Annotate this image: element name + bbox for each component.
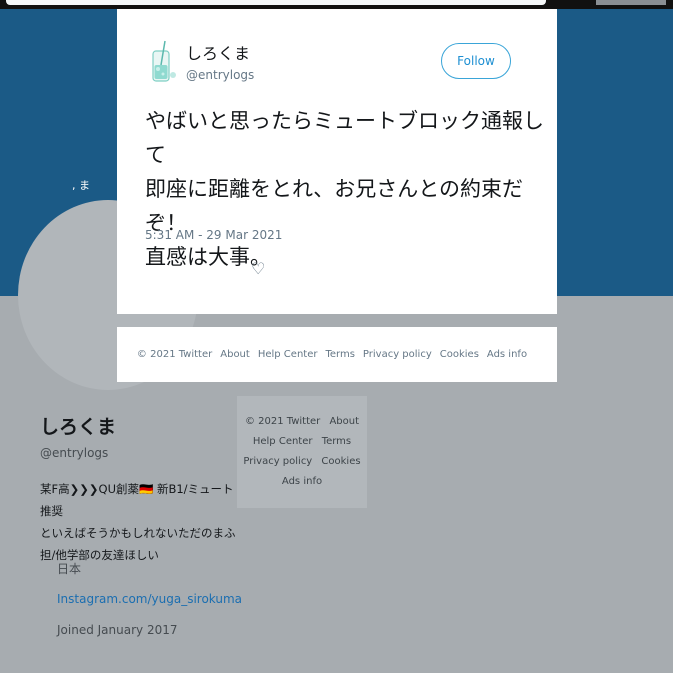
profile-joined: Joined January 2017 <box>40 623 177 637</box>
author-avatar[interactable] <box>145 39 181 87</box>
profile-url[interactable]: Instagram.com/yuga_sirokuma <box>57 592 242 606</box>
tweet-text: やばいと思ったらミュートブロック通報して 即座に距離をとれ、お兄さんとの約束だぞ… <box>145 104 545 274</box>
footer-link-help[interactable]: Help Center <box>258 349 318 360</box>
footer-link[interactable]: © 2021 Twitter <box>245 416 320 427</box>
profile-bio: 某F高❯❯❯QU創薬🇩🇪 新B1/ミュート推奨 といえばそうかもしれないただのま… <box>40 478 240 566</box>
top-navigation-bar <box>0 0 673 9</box>
footer-link-privacy[interactable]: Privacy policy <box>363 349 432 360</box>
banner-text: , ま <box>72 179 90 192</box>
profile-location: 日本 <box>40 560 81 577</box>
footer-link[interactable]: Help Center <box>253 436 313 447</box>
footer-link[interactable]: About <box>329 416 359 427</box>
footer-link-terms[interactable]: Terms <box>325 349 354 360</box>
tweet-author-handle[interactable]: @entrylogs <box>186 68 254 82</box>
footer-link[interactable]: Ads info <box>282 476 322 487</box>
bio-line: 某F高❯❯❯QU創薬🇩🇪 新B1/ミュート推奨 <box>40 482 234 518</box>
profile-name: しろくま <box>40 416 117 438</box>
footer-link[interactable]: Cookies <box>321 456 360 467</box>
tweet-text-line: 直感は大事。 <box>145 245 271 269</box>
location-text: 日本 <box>57 562 82 576</box>
footer-link[interactable]: Terms <box>322 436 351 447</box>
footer-link-cookies[interactable]: Cookies <box>440 349 479 360</box>
joined-text: Joined January 2017 <box>57 623 178 637</box>
footer-link[interactable]: Privacy policy <box>243 456 312 467</box>
like-icon[interactable]: ♡ <box>251 259 265 278</box>
follow-button[interactable]: Follow <box>441 43 511 79</box>
top-bar-button[interactable] <box>596 0 666 5</box>
modal-footer: © 2021 Twitter About Help Center Terms P… <box>117 327 557 382</box>
profile-link[interactable]: Instagram.com/yuga_sirokuma <box>40 592 242 606</box>
profile-handle: @entrylogs <box>40 446 109 460</box>
side-footer: © 2021 Twitter About Help Center Terms P… <box>237 396 367 508</box>
footer-copyright: © 2021 Twitter <box>136 349 213 360</box>
bio-line: といえばそうかもしれないただのまふ <box>40 526 236 540</box>
footer-link-about[interactable]: About <box>220 349 250 360</box>
tweet-author-name[interactable]: しろくま <box>186 40 250 64</box>
search-input[interactable] <box>6 0 546 5</box>
tweet-timestamp[interactable]: 5:31 AM - 29 Mar 2021 <box>145 228 282 242</box>
tweet-text-line: やばいと思ったらミュートブロック通報して <box>145 109 544 167</box>
footer-link-ads[interactable]: Ads info <box>487 349 527 360</box>
